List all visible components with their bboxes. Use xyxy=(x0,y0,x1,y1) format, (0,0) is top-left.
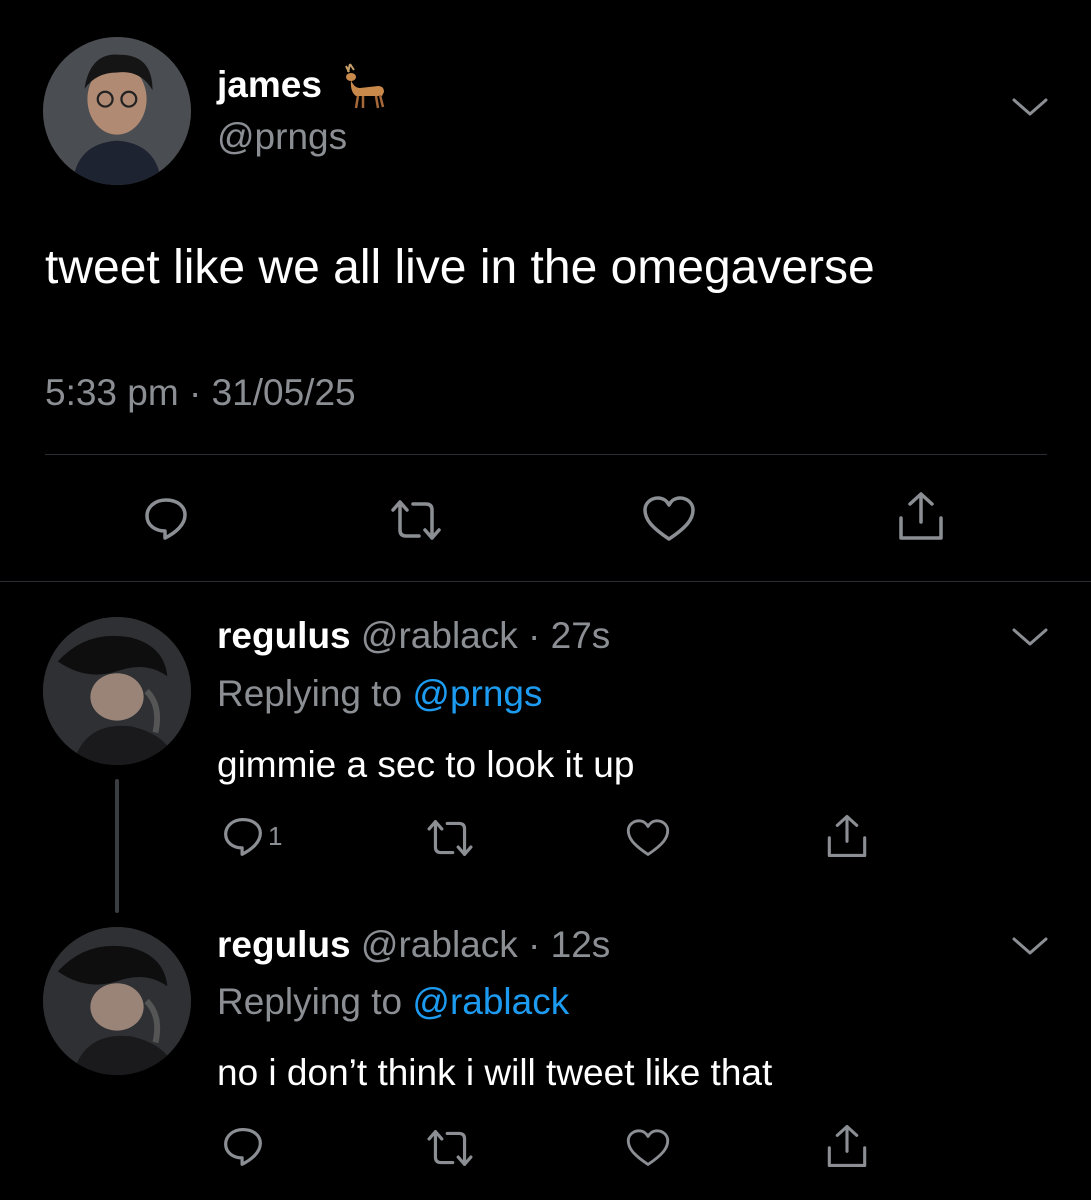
retweet-icon xyxy=(427,1130,473,1166)
share-icon xyxy=(827,814,867,858)
reply-2-handle[interactable]: @rablack xyxy=(361,924,518,965)
reply-icon xyxy=(224,817,262,856)
reply-icon xyxy=(145,498,187,540)
main-handle[interactable]: @prngs xyxy=(217,116,388,158)
reply-1-display-name[interactable]: regulus xyxy=(217,615,351,656)
reply-1-header: regulus @rablack · 27s xyxy=(217,615,610,657)
like-icon xyxy=(626,819,670,856)
reply-2-header: regulus @rablack · 12s xyxy=(217,924,610,966)
reply-2-display-name[interactable]: regulus xyxy=(217,924,351,965)
replying-to-link[interactable]: @rablack xyxy=(412,981,569,1022)
reply-button[interactable] xyxy=(143,495,189,541)
main-tweet-text: tweet like we all live in the omegaverse xyxy=(45,241,875,294)
like-icon xyxy=(626,1129,670,1166)
main-author-block: james @prngs xyxy=(217,60,388,158)
replying-to-link[interactable]: @prngs xyxy=(412,673,542,714)
avatar-portrait-icon xyxy=(43,617,191,765)
replying-to-label: Replying to xyxy=(217,673,403,714)
chevron-down-icon[interactable] xyxy=(1010,96,1050,120)
thread-connector xyxy=(115,779,119,913)
reply-2-text: no i don’t think i will tweet like that xyxy=(217,1052,773,1093)
share-button[interactable] xyxy=(824,1123,870,1169)
reply-2-age: · 12s xyxy=(528,924,611,965)
main-tweet-timestamp: 5:33 pm · 31/05/25 xyxy=(45,372,356,413)
like-button[interactable] xyxy=(625,1128,671,1168)
like-button[interactable] xyxy=(625,818,671,858)
retweet-button[interactable] xyxy=(425,818,475,858)
chevron-down-icon[interactable] xyxy=(1010,935,1050,959)
avatar-portrait-icon xyxy=(43,37,191,185)
reply-icon xyxy=(224,1127,262,1166)
avatar-portrait-icon xyxy=(43,927,191,1075)
reply-button[interactable]: 1 xyxy=(222,815,282,857)
deer-icon xyxy=(345,63,385,109)
replying-to-label: Replying to xyxy=(217,981,403,1022)
main-display-name[interactable]: james xyxy=(217,64,322,106)
reply-1-replying-to: Replying to @prngs xyxy=(217,673,543,715)
retweet-icon xyxy=(427,820,473,856)
reply-1-age: · 27s xyxy=(528,615,611,656)
reply-1-handle[interactable]: @rablack xyxy=(361,615,518,656)
like-button[interactable] xyxy=(641,495,697,543)
avatar-regulus[interactable] xyxy=(43,617,191,765)
reply-count: 1 xyxy=(268,820,283,851)
reply-1-text: gimmie a sec to look it up xyxy=(217,744,635,785)
reply-button[interactable] xyxy=(222,1125,264,1167)
avatar-james[interactable] xyxy=(43,37,191,185)
share-icon xyxy=(827,1124,867,1168)
like-icon xyxy=(643,496,695,541)
section-divider xyxy=(0,581,1091,582)
retweet-icon xyxy=(391,500,441,540)
share-button[interactable] xyxy=(895,490,947,542)
avatar-regulus[interactable] xyxy=(43,927,191,1075)
share-icon xyxy=(899,492,943,540)
retweet-button[interactable] xyxy=(389,498,443,542)
deer-emoji xyxy=(336,60,388,110)
retweet-button[interactable] xyxy=(425,1128,475,1168)
chevron-down-icon[interactable] xyxy=(1010,626,1050,650)
share-button[interactable] xyxy=(824,813,870,859)
main-divider xyxy=(45,454,1047,455)
reply-2-replying-to: Replying to @rablack xyxy=(217,981,569,1023)
